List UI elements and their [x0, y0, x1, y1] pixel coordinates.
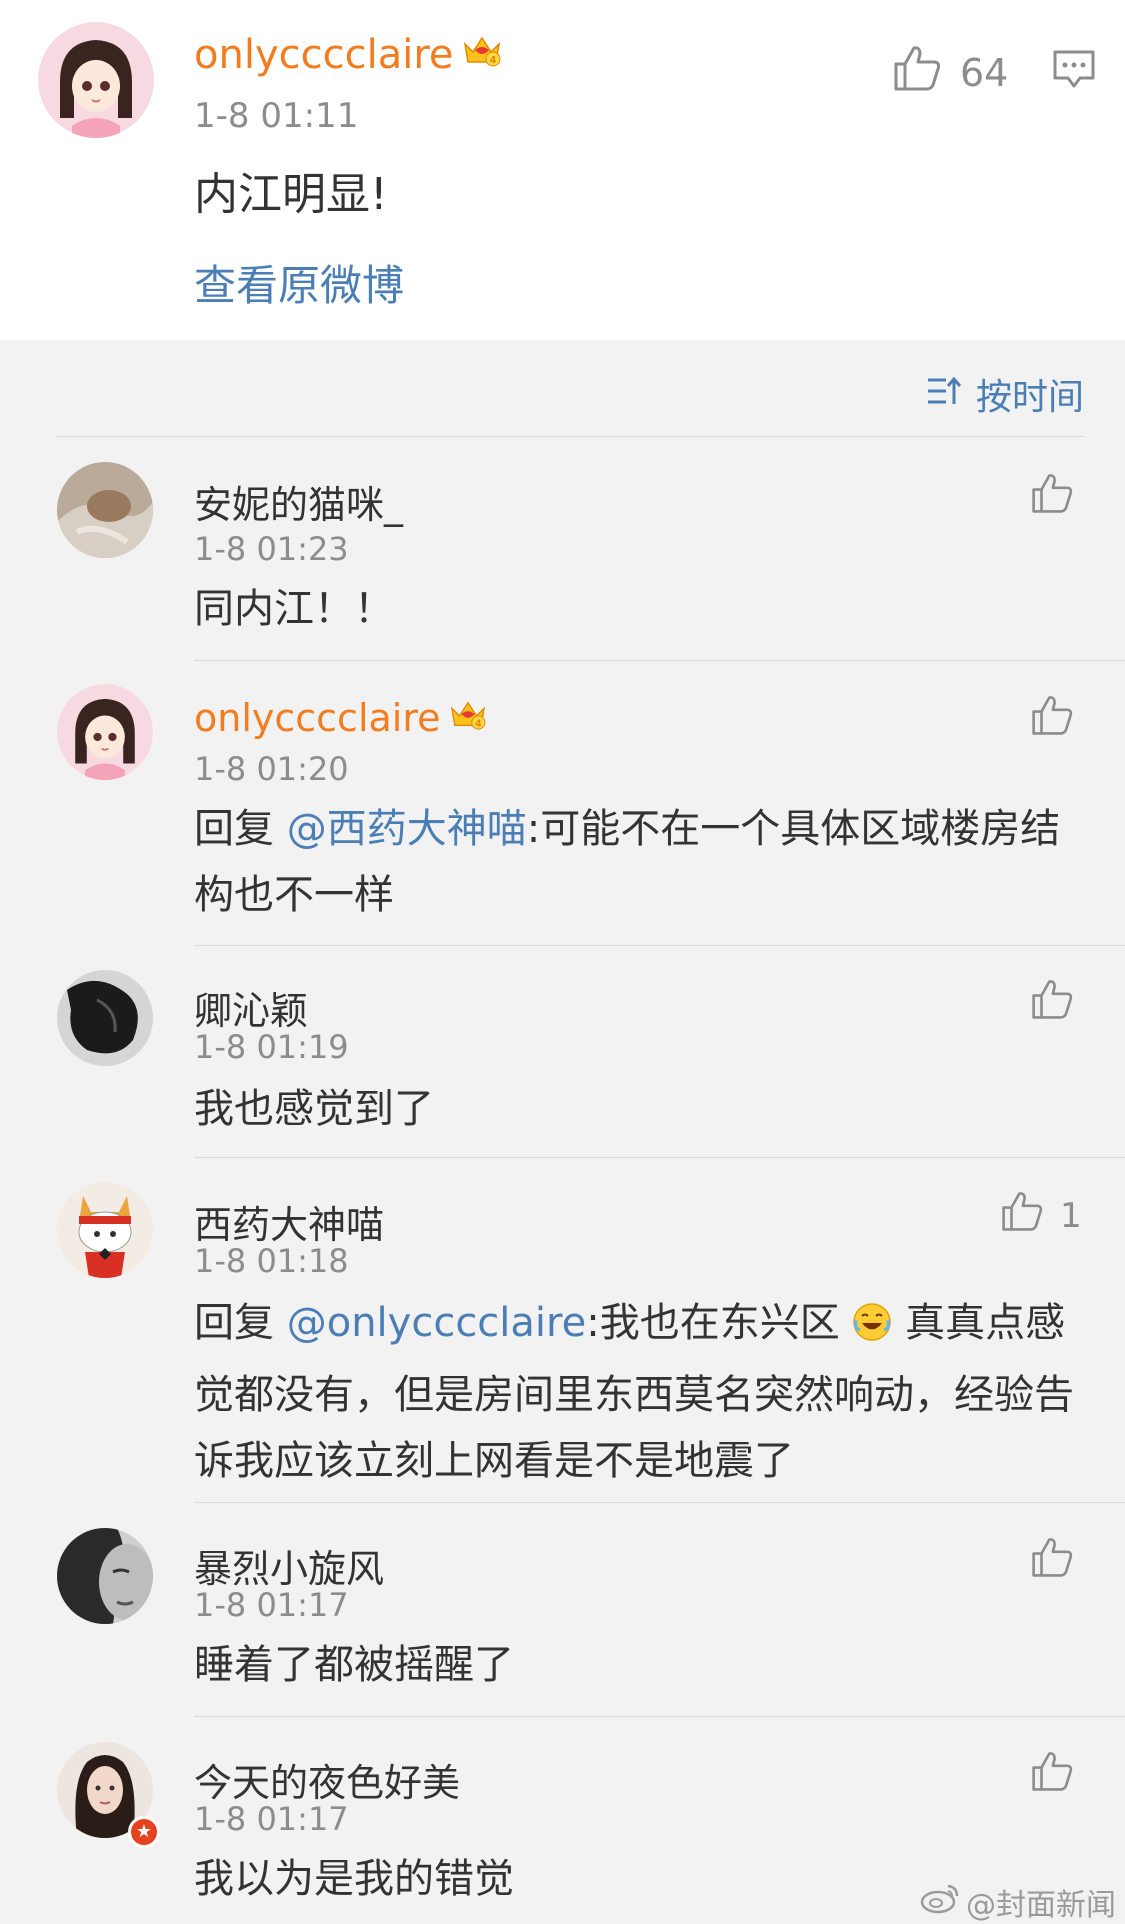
like-button[interactable]: 64: [892, 44, 1008, 101]
reply-text-part1: :我也在东兴区: [586, 1300, 853, 1346]
like-button[interactable]: [1030, 694, 1074, 745]
divider: [194, 945, 1125, 946]
vip-level: 4: [475, 718, 482, 729]
avatar[interactable]: [57, 462, 153, 558]
thumbs-up-icon: [1030, 472, 1074, 523]
avatar[interactable]: [38, 22, 154, 138]
divider: [194, 1716, 1125, 1717]
like-button[interactable]: [1030, 472, 1074, 523]
like-count: 64: [960, 50, 1009, 95]
thumbs-up-icon: [1030, 978, 1074, 1029]
comment-text: 同内江！！: [194, 586, 394, 632]
reply-prefix: 回复: [194, 1300, 287, 1346]
comment-text: 回复 @西药大神喵:可能不在一个具体区域楼房结构也不一样: [194, 796, 1074, 928]
username[interactable]: onlycccclaire 4: [194, 32, 502, 78]
verified-badge-icon: ★: [128, 1816, 160, 1848]
crown-icon: 4: [449, 696, 487, 740]
comment-username[interactable]: 安妮的猫咪_: [194, 474, 403, 529]
comment-time: 1-8 01:19: [194, 1028, 349, 1066]
avatar[interactable]: [57, 684, 153, 780]
laughing-tears-emoji-icon: [852, 1296, 892, 1362]
comment-username[interactable]: onlycccclaire 4: [194, 696, 487, 740]
comment-text: 睡着了都被摇醒了: [194, 1642, 514, 1688]
comment-button[interactable]: [1052, 48, 1096, 94]
sort-label: 按时间: [976, 377, 1085, 418]
username-text[interactable]: onlycccclaire: [194, 696, 441, 740]
crown-icon: 4: [462, 32, 502, 78]
mention-link[interactable]: @onlycccclaire: [287, 1300, 587, 1346]
comment-username[interactable]: 卿沁颖: [194, 980, 308, 1035]
comment-text: 回复 @onlycccclaire:我也在东兴区 真真点感觉都没有，但是房间里东…: [194, 1290, 1074, 1494]
avatar[interactable]: [57, 1528, 153, 1624]
thumbs-up-icon: [892, 44, 942, 101]
comment-time: 1-8 01:23: [194, 530, 349, 568]
comment-username[interactable]: 暴烈小旋风: [194, 1538, 384, 1593]
comment-username[interactable]: 今天的夜色好美: [194, 1752, 460, 1807]
mention-link[interactable]: @西药大神喵: [287, 806, 527, 852]
thumbs-up-icon: [1030, 1750, 1074, 1801]
original-comment-card: onlycccclaire 4 1-8 01:11 内江明显! 查看原微博 64: [0, 0, 1125, 340]
comment-bubble-icon: [1053, 50, 1095, 88]
vip-level: 4: [489, 55, 496, 66]
username-text[interactable]: onlycccclaire: [194, 32, 454, 78]
divider: [194, 1157, 1125, 1158]
comment-time: 1-8 01:17: [194, 1586, 349, 1624]
comment-time: 1-8 01:17: [194, 1800, 349, 1838]
avatar[interactable]: [57, 1182, 153, 1278]
like-button[interactable]: [1030, 1750, 1074, 1801]
reply-prefix: 回复: [194, 806, 287, 852]
avatar[interactable]: [57, 970, 153, 1066]
like-count: 1: [1060, 1195, 1082, 1236]
comment-text: 我也感觉到了: [194, 1086, 434, 1132]
weibo-logo-icon: [920, 1882, 960, 1922]
thumbs-up-icon: [1000, 1190, 1044, 1241]
sort-by-time-button[interactable]: 按时间: [926, 368, 1084, 420]
watermark-text: @封面新闻: [966, 1888, 1116, 1923]
comment-time: 1-8 01:20: [194, 750, 349, 788]
comment-time: 1-8 01:11: [194, 96, 359, 136]
sort-icon: [926, 374, 962, 415]
divider: [194, 1502, 1125, 1503]
comment-text: 内江明显!: [194, 169, 388, 220]
like-button[interactable]: [1030, 1536, 1074, 1587]
comment-username[interactable]: 西药大神喵: [194, 1194, 384, 1249]
like-button[interactable]: 1: [1000, 1190, 1082, 1241]
thumbs-up-icon: [1030, 1536, 1074, 1587]
view-original-link[interactable]: 查看原微博: [194, 252, 404, 313]
like-button[interactable]: [1030, 978, 1074, 1029]
watermark: @封面新闻: [920, 1880, 1116, 1924]
thumbs-up-icon: [1030, 694, 1074, 745]
comment-time: 1-8 01:18: [194, 1242, 349, 1280]
divider: [57, 436, 1085, 437]
divider: [194, 660, 1125, 661]
